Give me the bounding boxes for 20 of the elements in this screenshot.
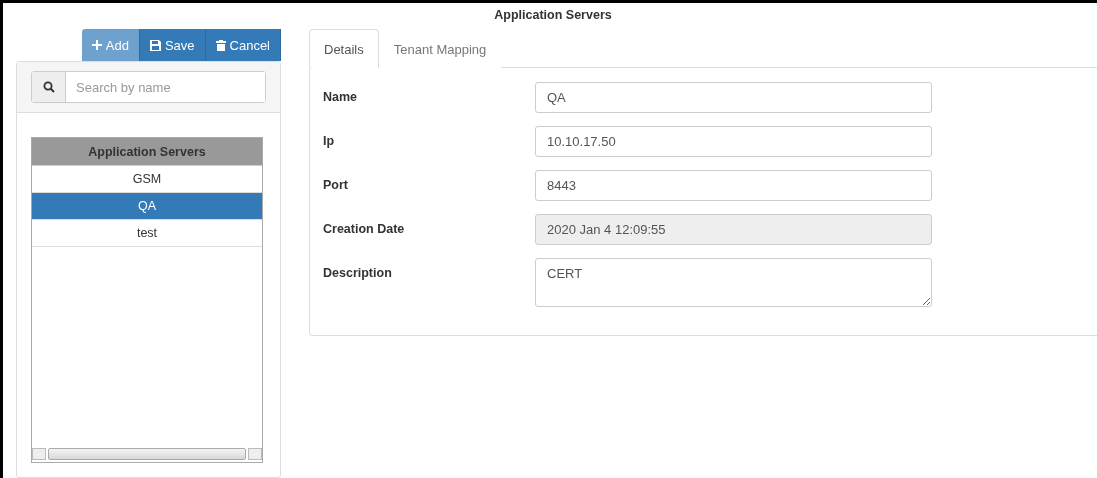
column-header: Application Servers xyxy=(32,138,262,166)
field-label: Port xyxy=(323,177,349,194)
field-label: Ip xyxy=(323,133,336,150)
list-item[interactable]: QA xyxy=(32,193,262,220)
field-label: Name xyxy=(323,89,359,106)
input-field[interactable]: 10.10.17.50 xyxy=(535,126,932,157)
input-field[interactable]: 8443 xyxy=(535,170,932,201)
search-field[interactable]: Search by name xyxy=(31,71,266,103)
horizontal-scrollbar[interactable] xyxy=(32,448,262,460)
cancel-button[interactable]: Cancel xyxy=(205,29,281,61)
description-field[interactable]: CERT xyxy=(535,258,932,307)
page-title: Application Servers xyxy=(493,7,613,24)
field-label: Description xyxy=(323,265,393,282)
save-button[interactable]: Save xyxy=(139,29,206,61)
trash-icon xyxy=(215,39,226,51)
input-field[interactable]: QA xyxy=(535,82,932,113)
plus-icon xyxy=(91,40,102,50)
field-label: Creation Date xyxy=(323,221,406,238)
tab[interactable]: Details xyxy=(309,29,379,68)
search-icon xyxy=(42,81,55,93)
